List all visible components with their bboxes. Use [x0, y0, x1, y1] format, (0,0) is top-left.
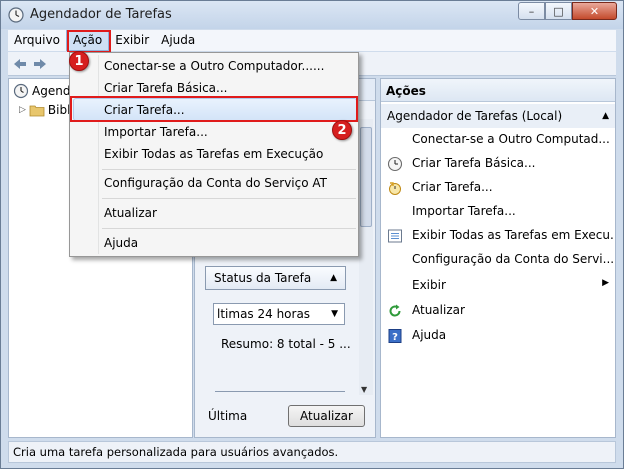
- action-label: Exibir: [412, 278, 446, 292]
- close-button[interactable]: ✕: [572, 2, 617, 20]
- acao-highlight-box: [67, 30, 111, 53]
- help-icon: ?: [388, 329, 402, 343]
- period-select[interactable]: ltimas 24 horas ▼: [213, 303, 345, 325]
- action-label: Exibir Todas as Tarefas em Execu...: [412, 228, 615, 242]
- last-refresh-label: Última: [208, 409, 248, 423]
- collapse-up-icon: ▲: [602, 111, 609, 121]
- tree-expander-icon[interactable]: ▷: [19, 105, 26, 115]
- action-create-basic-task[interactable]: Criar Tarefa Básica...: [381, 153, 615, 175]
- menu-arquivo[interactable]: Arquivo: [8, 30, 66, 51]
- action-label: Ajuda: [412, 328, 447, 342]
- action-import-task[interactable]: Importar Tarefa...: [381, 201, 615, 223]
- menu-separator: [102, 228, 356, 229]
- task-summary: Resumo: 8 total - 5 ...: [221, 337, 351, 351]
- tree-library-label: Bibl: [47, 103, 71, 117]
- svg-text:?: ?: [392, 332, 398, 343]
- tree-root-label: Agend: [32, 84, 71, 98]
- actions-section-header[interactable]: Agendador de Tarefas (Local) ▲: [381, 104, 615, 128]
- menu-separator: [102, 169, 356, 170]
- menu-item-connect-computer[interactable]: Conectar-se a Outro Computador......: [104, 56, 324, 76]
- menu-item-refresh[interactable]: Atualizar: [104, 203, 157, 223]
- scroll-down-icon[interactable]: ▼: [361, 385, 367, 394]
- tree-library-item[interactable]: ▷ Bibl: [19, 101, 70, 119]
- period-value: ltimas 24 horas: [217, 307, 311, 321]
- task-list-box: [215, 391, 345, 401]
- new-task-icon: [389, 182, 401, 195]
- step-2-badge: 2: [332, 120, 352, 140]
- window-title: Agendador de Tarefas: [30, 7, 172, 22]
- back-arrow-icon[interactable]: [12, 56, 28, 72]
- actions-header: Ações: [381, 79, 615, 102]
- acao-dropdown-menu: Conectar-se a Outro Computador...... Cri…: [69, 52, 359, 257]
- scrollbar-thumb[interactable]: [360, 127, 372, 227]
- minimize-button[interactable]: –: [518, 2, 545, 20]
- action-configure-at-account[interactable]: Configuração da Conta do Servi...: [381, 249, 615, 271]
- action-label: Criar Tarefa Básica...: [412, 156, 536, 170]
- menu-exibir[interactable]: Exibir: [109, 30, 155, 51]
- clock-icon: [387, 156, 403, 172]
- task-status-label: Status da Tarefa: [214, 271, 312, 285]
- forward-arrow-icon[interactable]: [32, 56, 48, 72]
- vertical-scrollbar[interactable]: ▼: [359, 119, 373, 395]
- list-icon: [388, 229, 402, 243]
- collapse-up-icon: ▲: [330, 273, 337, 283]
- tree-root-item[interactable]: Agend: [13, 82, 70, 100]
- action-help[interactable]: ? Ajuda: [381, 325, 615, 347]
- action-view-submenu[interactable]: Exibir ▶: [381, 275, 615, 297]
- action-connect-computer[interactable]: Conectar-se a Outro Computad...: [381, 129, 615, 151]
- action-label: Conectar-se a Outro Computad...: [412, 132, 610, 146]
- action-label: Atualizar: [412, 303, 465, 317]
- actions-section-label: Agendador de Tarefas (Local): [387, 109, 563, 123]
- menu-ajuda[interactable]: Ajuda: [155, 30, 201, 51]
- menu-item-show-running[interactable]: Exibir Todas as Tarefas em Execução: [104, 144, 323, 164]
- step-1-badge: 1: [69, 51, 89, 71]
- menu-item-import-task[interactable]: Importar Tarefa...: [104, 122, 208, 142]
- caption-buttons: – □ ✕: [518, 2, 617, 20]
- menu-item-create-basic-task[interactable]: Criar Tarefa Básica...: [104, 78, 227, 98]
- menu-item-help[interactable]: Ajuda: [104, 233, 138, 253]
- menu-icon-gutter: [98, 55, 99, 254]
- menu-item-configure-at[interactable]: Configuração da Conta do Serviço AT: [104, 173, 327, 193]
- menu-separator: [102, 198, 356, 199]
- action-show-running-tasks[interactable]: Exibir Todas as Tarefas em Execu...: [381, 225, 615, 247]
- submenu-arrow-icon: ▶: [602, 278, 609, 288]
- action-refresh[interactable]: Atualizar: [381, 300, 615, 322]
- clock-icon: [13, 83, 29, 99]
- actions-pane: Ações Agendador de Tarefas (Local) ▲ Con…: [380, 78, 616, 438]
- criar-tarefa-highlight-box: [70, 96, 358, 122]
- task-status-button[interactable]: Status da Tarefa ▲: [205, 266, 346, 290]
- status-bar: Cria uma tarefa personalizada para usuár…: [8, 441, 616, 463]
- title-bar[interactable]: Agendador de Tarefas – □ ✕: [1, 1, 623, 29]
- action-label: Importar Tarefa...: [412, 204, 516, 218]
- task-scheduler-window: Agendador de Tarefas – □ ✕ Arquivo Ação …: [0, 0, 624, 469]
- action-create-task[interactable]: Criar Tarefa...: [381, 177, 615, 199]
- maximize-button[interactable]: □: [545, 2, 572, 20]
- refresh-button[interactable]: Atualizar: [288, 405, 365, 427]
- chevron-down-icon: ▼: [331, 309, 338, 319]
- refresh-icon: [389, 304, 401, 317]
- action-label: Configuração da Conta do Servi...: [412, 252, 615, 266]
- clock-icon: [8, 7, 24, 23]
- action-label: Criar Tarefa...: [412, 180, 493, 194]
- folder-icon: [29, 105, 45, 117]
